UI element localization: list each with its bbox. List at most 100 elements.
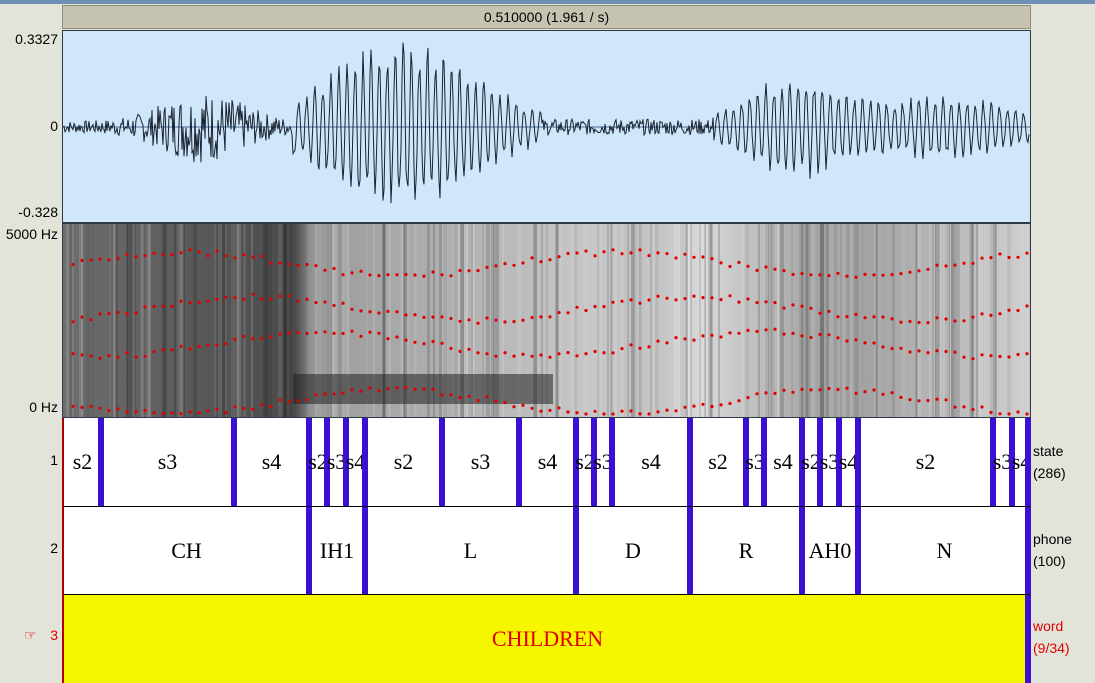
formant-dot [98, 312, 102, 316]
formant-dot [647, 412, 651, 416]
formant-dot [683, 337, 687, 341]
formant-dot [1016, 352, 1020, 357]
formant-dot [485, 316, 489, 320]
formant-dot [314, 393, 318, 397]
formant-dot [818, 311, 822, 315]
formant-dot [746, 396, 750, 400]
interval-label[interactable]: s2 [858, 418, 993, 506]
formant-dot [512, 405, 516, 409]
formant-dot [971, 261, 975, 265]
formant-dot [665, 341, 669, 345]
formant-dot [179, 299, 183, 303]
formant-dot [188, 410, 192, 414]
formant-dot [413, 313, 417, 317]
formant-dot [908, 319, 912, 323]
formant-dot [989, 354, 993, 358]
formant-dot [125, 252, 129, 256]
formant-dot [134, 311, 138, 315]
formant-dot [899, 320, 903, 324]
interval-label[interactable]: s2 [365, 418, 442, 506]
interval-label[interactable]: s4 [234, 418, 309, 506]
tier-state[interactable]: s2 s3 s4 s 2 s 3 s 4 s2 s3 s4 s 2 s 3 s4 s2 s 3 s4 s 2 s 3 s 4 s2 s 3… [62, 418, 1031, 506]
formant-dot [557, 311, 561, 315]
waveform-plot [63, 42, 1030, 204]
interval-label[interactable]: s4 [519, 418, 576, 506]
interval-label[interactable]: L [365, 507, 576, 594]
formant-dot [602, 250, 606, 254]
interval-label[interactable]: IH1 [309, 507, 365, 594]
formant-dot [494, 318, 498, 322]
formant-dot [224, 295, 228, 299]
formant-dot [350, 329, 354, 333]
formant-dot [980, 353, 984, 357]
waveform-panel[interactable] [62, 30, 1031, 223]
interval-label[interactable]: N [858, 507, 1031, 594]
interval-label[interactable]: s3 [101, 418, 234, 506]
formant-dot [575, 251, 579, 255]
interval-label[interactable]: AH0 [802, 507, 858, 594]
formant-dot [539, 315, 543, 319]
formant-dot [206, 343, 210, 347]
formant-dot [728, 331, 732, 335]
formant-dot [1025, 251, 1029, 255]
formant-dot [998, 312, 1002, 316]
formant-dot [251, 292, 255, 296]
tier-word[interactable]: CHILDREN [62, 594, 1031, 683]
interval-label[interactable]: s4 [612, 418, 690, 506]
interval-label[interactable]: s3 [442, 418, 519, 506]
formant-dot [485, 395, 489, 399]
formant-dot [683, 405, 687, 409]
formant-dot [638, 248, 642, 252]
formant-dot [269, 405, 273, 409]
tier-phone[interactable]: CH IH1 L D R AH0 N [62, 506, 1031, 594]
formant-dot [782, 388, 786, 392]
interval-label[interactable]: CHILDREN [64, 595, 1031, 683]
formant-dot [881, 392, 885, 396]
formant-dot [575, 411, 579, 415]
formant-dot [917, 399, 921, 403]
formant-dot [287, 331, 291, 335]
formant-dot [800, 272, 804, 276]
formant-dot [989, 256, 993, 260]
interval-label[interactable]: R [690, 507, 802, 594]
interval-label[interactable]: s4 [764, 418, 802, 506]
spectrogram-panel[interactable] [62, 223, 1031, 418]
formant-dot [80, 315, 84, 319]
formant-dot [620, 347, 624, 351]
formant-dot [413, 273, 417, 277]
formant-dot [692, 255, 696, 259]
formant-dot [503, 400, 507, 405]
formant-dot [386, 273, 390, 277]
formant-dot [170, 304, 174, 308]
formant-dot [269, 297, 273, 301]
formant-dot [494, 354, 498, 358]
formant-dot [476, 321, 480, 325]
formant-dot [962, 405, 966, 409]
formant-dot [368, 386, 372, 390]
formant-dot [971, 357, 975, 361]
formant-dot [899, 346, 903, 350]
formant-dot [584, 249, 588, 253]
formant-dot [503, 262, 507, 266]
formant-dot [107, 354, 111, 358]
formant-dot [773, 391, 777, 395]
formant-dot [278, 398, 282, 402]
interval-label[interactable]: CH [64, 507, 309, 594]
formant-dot [422, 342, 426, 346]
interval-label[interactable]: s2 [690, 418, 746, 506]
formant-dot [602, 412, 606, 416]
selection-duration-bar[interactable]: 0.510000 (1.961 / s) [62, 5, 1031, 29]
interval-label[interactable]: s2 [64, 418, 101, 506]
formant-dot [116, 310, 120, 314]
interval-label[interactable]: D [576, 507, 690, 594]
formant-dot [350, 271, 354, 275]
formant-dot [980, 256, 984, 260]
formant-dot [458, 269, 462, 273]
formant-dot [683, 252, 687, 256]
formant-dot [98, 356, 102, 360]
formant-dot [332, 392, 336, 396]
formant-dot [89, 354, 93, 358]
formant-dot [818, 332, 822, 336]
formant-dot [719, 335, 723, 339]
formant-dot [188, 347, 192, 351]
